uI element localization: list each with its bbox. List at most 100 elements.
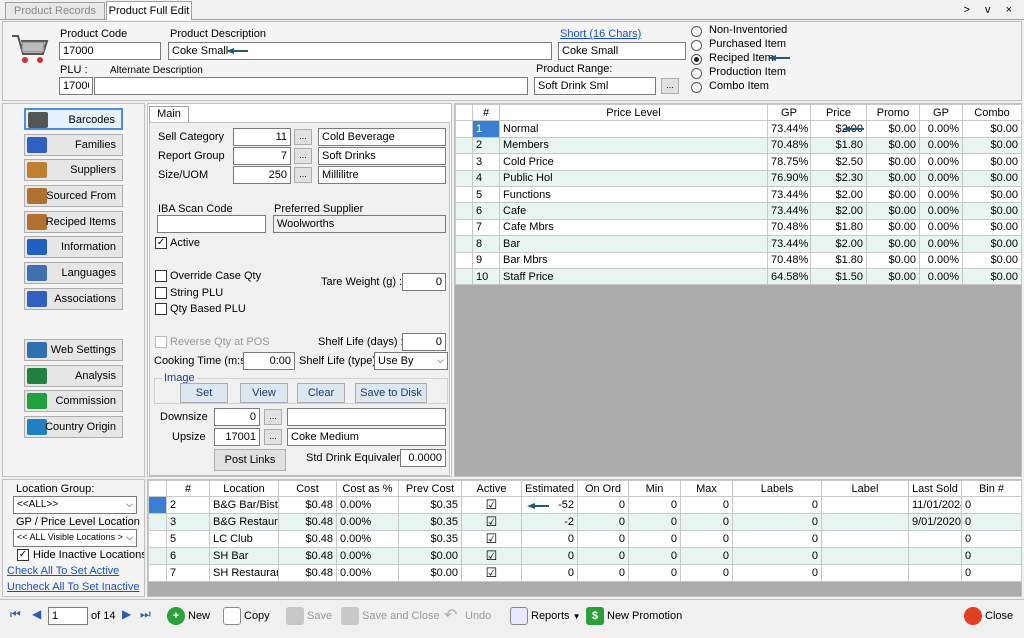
prev-record-button[interactable]: ◀ xyxy=(32,607,41,621)
row-selector[interactable] xyxy=(455,235,473,253)
location-cell[interactable]: ☑ xyxy=(461,547,522,566)
price-cell[interactable]: 0.00% xyxy=(919,153,963,171)
price-cell[interactable]: 70.48% xyxy=(767,136,811,155)
column-header[interactable]: Cost xyxy=(278,479,337,498)
location-cell[interactable] xyxy=(821,547,909,566)
price-cell[interactable]: $0.00 xyxy=(962,120,1022,138)
shelf-type-select[interactable]: Use By ⌵ xyxy=(374,352,448,370)
copy-button[interactable]: Copy xyxy=(223,607,270,625)
table-row[interactable]: 6 Cafe 73.44% $2.00 $0.00 0.00% $0.00 xyxy=(455,202,1022,220)
table-row[interactable]: 1 Normal 73.44% $2.00 $0.00 0.00% $0.00 xyxy=(455,120,1022,138)
item-type-radio[interactable] xyxy=(691,26,702,37)
price-cell[interactable]: 73.44% xyxy=(767,185,811,204)
price-cell[interactable]: 70.48% xyxy=(767,251,811,269)
table-row[interactable]: 2 Members 70.48% $1.80 $0.00 0.00% $0.00 xyxy=(455,136,1022,155)
price-cell[interactable]: $0.00 xyxy=(962,153,1022,171)
uom-lookup[interactable]: ... xyxy=(294,167,312,183)
location-cell[interactable]: $0.00 xyxy=(398,564,462,583)
uncheck-all-link[interactable]: Uncheck All To Set Inactive xyxy=(7,581,139,593)
location-cell[interactable] xyxy=(908,547,962,566)
plu-field[interactable] xyxy=(59,77,93,95)
location-cell[interactable]: 6 xyxy=(166,547,210,566)
column-header[interactable]: Estimated xyxy=(521,479,578,498)
location-cell[interactable]: 0 xyxy=(577,530,629,549)
location-cell[interactable]: 0 xyxy=(680,530,733,549)
price-cell[interactable]: Functions xyxy=(499,185,768,204)
row-selector[interactable] xyxy=(455,153,473,171)
table-row[interactable]: 4 Public Hol 76.90% $2.30 $0.00 0.00% $0.00 xyxy=(455,169,1022,187)
table-row[interactable]: 5 Functions 73.44% $2.00 $0.00 0.00% $0.00 xyxy=(455,185,1022,204)
price-cell[interactable]: $0.00 xyxy=(866,235,920,253)
location-cell[interactable]: 0 xyxy=(732,513,822,532)
location-cell[interactable]: 0 xyxy=(680,564,733,583)
price-cell[interactable]: Staff Price xyxy=(499,267,768,286)
price-cell[interactable]: $0.00 xyxy=(866,153,920,171)
table-row[interactable]: 9 Bar Mbrs 70.48% $1.80 $0.00 0.00% $0.00 xyxy=(455,251,1022,269)
nav-sourced-from[interactable]: Sourced From xyxy=(24,185,123,207)
save-button[interactable]: Save xyxy=(286,607,332,625)
location-cell[interactable]: 0 xyxy=(680,547,733,566)
price-cell[interactable]: 78.75% xyxy=(767,153,811,171)
location-cell[interactable]: SH Restaurant xyxy=(209,564,279,583)
gp-location-select[interactable]: << ALL Visible Locations > ⌵ xyxy=(13,529,137,547)
location-cell[interactable]: $0.35 xyxy=(398,530,462,549)
location-cell[interactable]: 0 xyxy=(732,547,822,566)
sell-category-lookup[interactable]: ... xyxy=(294,129,312,145)
price-cell[interactable]: $0.00 xyxy=(866,136,920,155)
location-cell[interactable]: 0 xyxy=(521,547,578,566)
location-cell[interactable] xyxy=(821,564,909,583)
location-cell[interactable]: $0.35 xyxy=(398,513,462,532)
std-drink-field[interactable] xyxy=(400,449,446,467)
report-group-id[interactable] xyxy=(233,147,291,165)
location-cell[interactable]: 0 xyxy=(628,530,681,549)
price-cell[interactable]: $2.50 xyxy=(810,153,867,171)
iba-field[interactable] xyxy=(157,215,266,233)
tare-field[interactable] xyxy=(402,273,446,291)
price-cell[interactable]: $0.00 xyxy=(866,202,920,220)
price-cell[interactable]: $0.00 xyxy=(962,218,1022,237)
window-controls[interactable]: > v × xyxy=(964,4,1018,16)
price-cell[interactable]: $0.00 xyxy=(962,169,1022,187)
location-cell[interactable]: $0.48 xyxy=(278,513,337,532)
range-field[interactable] xyxy=(534,77,656,95)
next-record-button[interactable]: ▶ xyxy=(122,607,131,621)
price-cell[interactable]: 8 xyxy=(472,235,500,253)
row-selector[interactable] xyxy=(148,564,167,583)
location-cell[interactable]: 0 xyxy=(628,496,681,515)
hide-inactive-checkbox[interactable]: ✓ xyxy=(17,549,29,561)
location-cell[interactable]: $0.48 xyxy=(278,496,337,515)
row-selector[interactable] xyxy=(455,267,473,286)
row-selector[interactable] xyxy=(148,530,167,549)
price-cell[interactable]: $0.00 xyxy=(866,169,920,187)
price-cell[interactable]: 0.00% xyxy=(919,185,963,204)
price-cell[interactable]: 73.44% xyxy=(767,202,811,220)
item-type-radio[interactable] xyxy=(691,54,702,65)
price-cell[interactable]: 0.00% xyxy=(919,218,963,237)
price-cell[interactable]: Bar Mbrs xyxy=(499,251,768,269)
location-cell[interactable]: 11/01/2024 xyxy=(908,496,962,515)
nav-web-settings[interactable]: Web Settings xyxy=(24,339,123,361)
row-selector[interactable] xyxy=(455,202,473,220)
price-cell[interactable]: Normal xyxy=(499,120,768,138)
row-selector[interactable] xyxy=(148,496,167,515)
column-header[interactable]: Cost as % xyxy=(336,479,399,498)
price-cell[interactable]: $1.50 xyxy=(810,267,867,286)
column-header[interactable]: On Ord xyxy=(577,479,629,498)
table-row[interactable]: 5 LC Club $0.48 0.00% $0.35 ☑ 0 0 0 0 0 0 xyxy=(148,530,1022,549)
item-type-radio[interactable] xyxy=(691,68,702,79)
price-cell[interactable]: 0.00% xyxy=(919,251,963,269)
first-record-button[interactable]: ⏮ xyxy=(10,607,21,622)
location-cell[interactable]: 0 xyxy=(961,496,1022,515)
undo-button[interactable]: ↶ Undo xyxy=(444,607,491,625)
location-cell[interactable]: 0 xyxy=(680,496,733,515)
active-checkbox[interactable]: ✓ xyxy=(155,237,167,249)
record-number-field[interactable] xyxy=(48,607,88,625)
column-header[interactable]: Bin # xyxy=(961,479,1022,498)
image-view-button[interactable]: View xyxy=(240,383,288,403)
price-cell[interactable]: $0.00 xyxy=(962,251,1022,269)
price-cell[interactable]: 0.00% xyxy=(919,169,963,187)
downsize-field[interactable] xyxy=(214,408,260,426)
price-cell[interactable]: 73.44% xyxy=(767,235,811,253)
location-cell[interactable]: 9/01/2020 xyxy=(908,513,962,532)
price-cell[interactable]: $0.00 xyxy=(866,267,920,286)
